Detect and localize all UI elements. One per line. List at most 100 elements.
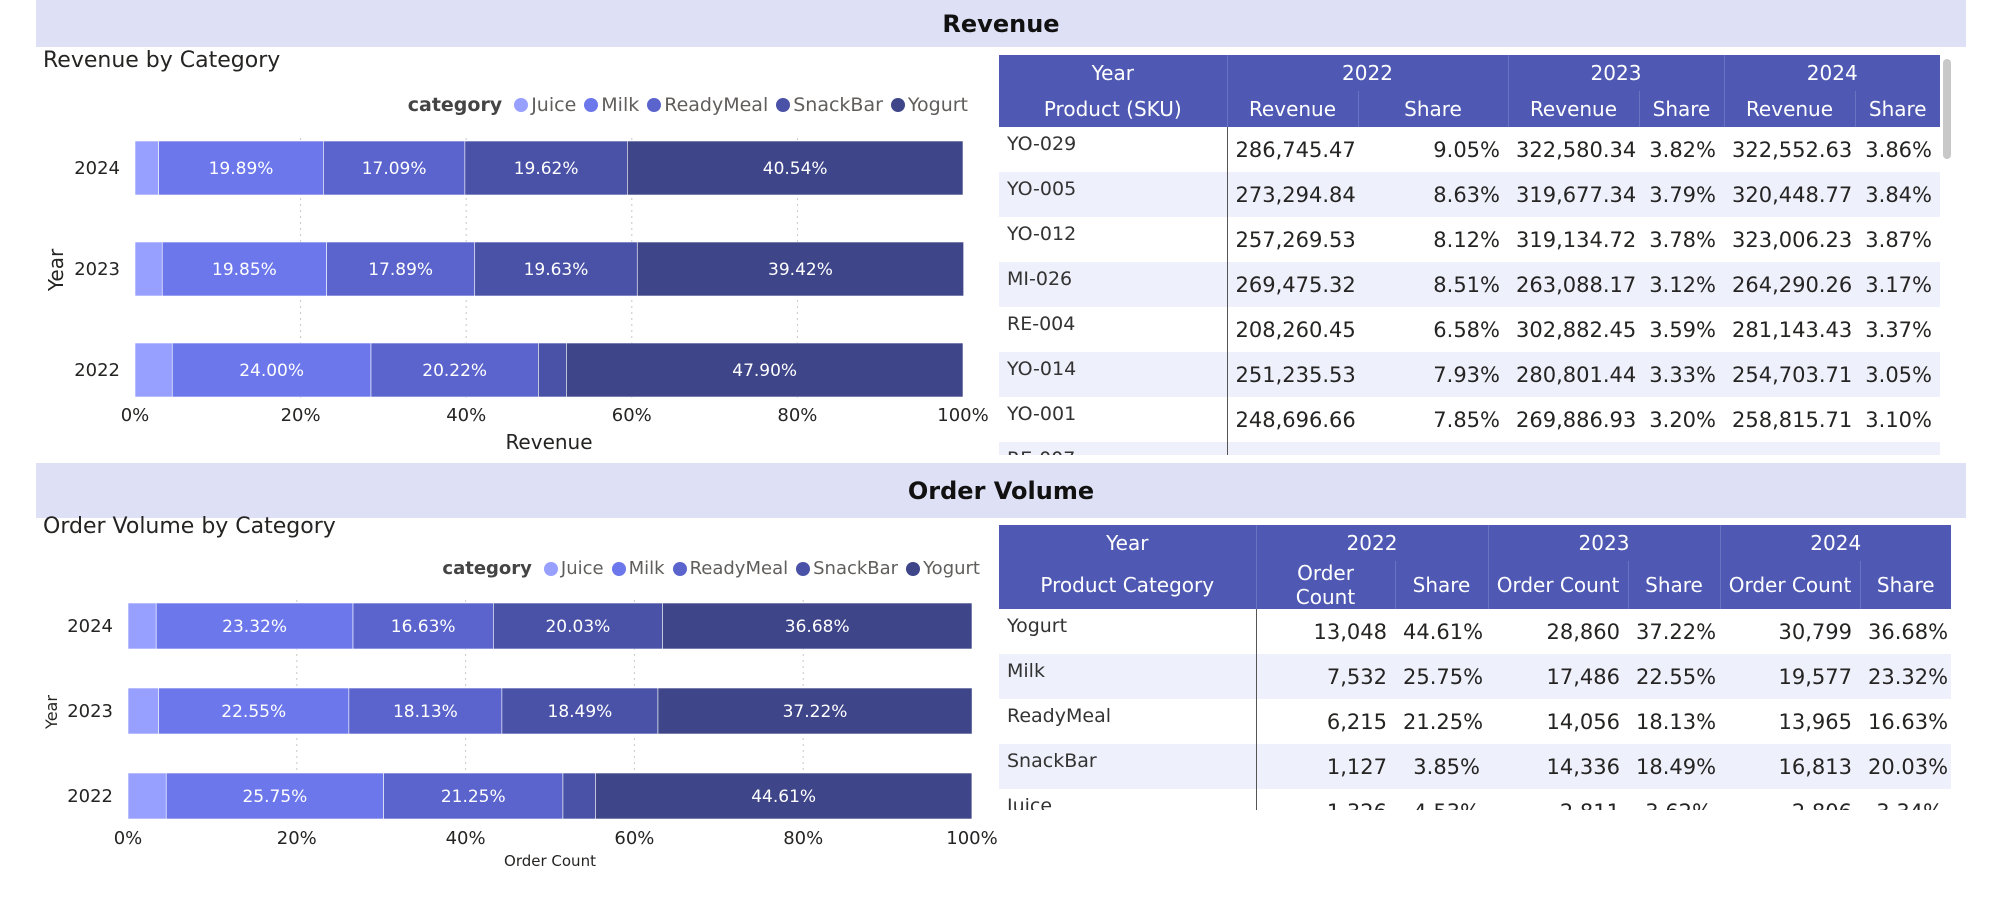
row-label[interactable]: Yogurt: [999, 609, 1257, 654]
table-row[interactable]: Juice1,3264.53%2,8113.62%2,8063.34%: [999, 789, 1951, 810]
table-cell: 8.12%: [1433, 227, 1500, 252]
table-cell: 273,294.84: [1227, 172, 1358, 217]
bar-juice-2024: [127, 602, 157, 650]
table-cell: 1,326: [1256, 789, 1395, 811]
table-cell: 302,882.45: [1516, 317, 1637, 342]
measure-header-order-count[interactable]: Order Count: [1255, 561, 1395, 609]
table-cell: 3.59%: [1649, 317, 1716, 342]
table-row[interactable]: YO-029 286,745.47 9.05% 322,580.34 3.82% 322,…: [999, 127, 1940, 172]
order-matrix[interactable]: Year 2022 2023 2024 Product Category Ord…: [999, 525, 1951, 810]
bar-juice-2023: [127, 687, 159, 735]
measure-header-share[interactable]: Share: [1859, 561, 1951, 609]
table-row[interactable]: YO-005 273,294.84 8.63% 319,677.34 3.79% 320,…: [999, 172, 1940, 217]
row-label[interactable]: YO-001: [999, 397, 1228, 442]
row-label[interactable]: RE-007: [999, 442, 1228, 455]
table-cell: 7.85%: [1433, 407, 1500, 432]
measure-header-revenue[interactable]: Revenue: [1723, 91, 1855, 127]
measure-header-order-count[interactable]: Order Count: [1719, 561, 1860, 609]
y-tick-label: 2024: [67, 616, 113, 637]
table-cell: 3.33%: [1639, 352, 1724, 397]
table-row[interactable]: RE-004 208,260.45 6.58% 302,882.45 3.59% 281,…: [999, 307, 1940, 352]
revenue-matrix[interactable]: Year 2022 2023 2024 Product (SKU) Revenu…: [999, 55, 1940, 455]
table-cell: 36.68%: [1868, 619, 1949, 644]
x-tick-label: 100%: [946, 828, 997, 849]
table-row[interactable]: Milk 7,532 25.75% 17,486 22.55% 19,577 23.32%: [999, 654, 1951, 699]
table-cell: 7.93%: [1358, 352, 1508, 397]
table-row[interactable]: YO-014 251,235.53 7.93% 280,801.44 3.33% 254,…: [999, 352, 1940, 397]
data-label: 21.25%: [441, 787, 506, 807]
table-cell: 3.34%: [1860, 789, 1951, 811]
row-label[interactable]: Milk: [999, 654, 1257, 699]
table-cell: 280,801.44: [1508, 352, 1639, 397]
table-row[interactable]: YO-012 257,269.53 8.12% 319,134.72 3.78% 323,…: [999, 217, 1940, 262]
table-cell: 194,922.27: [1227, 442, 1358, 455]
table-row[interactable]: YO-001 248,696.66 7.85% 269,886.93 3.20% 258,…: [999, 397, 1940, 442]
scroll-thumb[interactable]: [1943, 59, 1951, 159]
bar-juice-2022: [127, 772, 167, 820]
measure-header-share[interactable]: Share: [1627, 561, 1720, 609]
row-label[interactable]: YO-012: [999, 217, 1228, 262]
table-row[interactable]: SnackBar 1,127 3.85% 14,336 18.49% 16,813 20.0…: [999, 744, 1951, 789]
table-cell: 17,486: [1488, 654, 1628, 699]
table-row[interactable]: ReadyMeal 6,215 21.25% 14,056 18.13% 13,965 16…: [999, 699, 1951, 744]
table-cell: 6,215: [1326, 709, 1387, 734]
table-cell: 3.85%: [1395, 744, 1488, 789]
measure-header-share[interactable]: Share: [1638, 91, 1724, 127]
table-row[interactable]: MI-026 269,475.32 8.51% 263,088.17 3.12% 264,…: [999, 262, 1940, 307]
year-header-2023[interactable]: 2023: [1487, 525, 1720, 561]
table-cell: 14,336: [1488, 744, 1628, 789]
row-label[interactable]: YO-029: [999, 127, 1228, 172]
measure-header-revenue[interactable]: Revenue: [1226, 91, 1358, 127]
row-label[interactable]: ReadyMeal: [999, 699, 1257, 744]
table-cell: 28,860: [1546, 619, 1620, 644]
table-cell: 14,056: [1546, 709, 1620, 734]
year-header-2023[interactable]: 2023: [1507, 55, 1724, 91]
table-row[interactable]: RE-007194,922.276.15%289,553.623.43%286,…: [999, 442, 1940, 455]
table-cell: 3.78%: [1649, 227, 1716, 252]
table-cell: 263,088.17: [1508, 262, 1639, 307]
table-row[interactable]: Yogurt 13,048 44.61% 28,860 37.22% 30,799 36.6…: [999, 609, 1951, 654]
row-label[interactable]: Juice: [999, 789, 1257, 810]
table-cell: 8.63%: [1358, 172, 1508, 217]
table-cell: 13,048: [1313, 619, 1387, 644]
table-cell: 7,532: [1256, 654, 1395, 699]
table-cell: 37.22%: [1636, 619, 1717, 644]
table-cell: 18.49%: [1628, 744, 1720, 789]
table-cell: 16.63%: [1868, 709, 1949, 734]
year-header-2024[interactable]: 2024: [1719, 525, 1951, 561]
year-header-2022[interactable]: 2022: [1226, 55, 1508, 91]
table-cell: 3.37%: [1865, 317, 1932, 342]
row-label[interactable]: MI-026: [999, 262, 1228, 307]
y-axis-title: Year: [42, 695, 61, 730]
table-cell: 13,965: [1778, 709, 1852, 734]
order-bar-chart: 23.32% 16.63% 20.03% 36.68% 2024 22.55% 18.13%…: [42, 600, 998, 870]
data-label: 44.61%: [751, 787, 816, 807]
table-cell: 3.82%: [1649, 137, 1716, 162]
matrix-year-label: Year: [999, 525, 1256, 561]
row-header-label[interactable]: Product Category: [999, 561, 1256, 609]
row-header-label[interactable]: Product (SKU): [999, 91, 1227, 127]
table-cell: 269,475.32: [1227, 262, 1358, 307]
measure-header-share[interactable]: Share: [1854, 91, 1940, 127]
data-label: 37.22%: [783, 702, 848, 722]
data-label: 25.75%: [242, 787, 307, 807]
row-label[interactable]: RE-004: [999, 307, 1228, 352]
measure-header-share[interactable]: Share: [1357, 91, 1508, 127]
data-label: 18.49%: [548, 702, 613, 722]
table-cell: 3.44%: [1855, 442, 1940, 455]
row-label[interactable]: YO-005: [999, 172, 1228, 217]
measure-header-revenue[interactable]: Revenue: [1507, 91, 1639, 127]
table-cell: 20.03%: [1860, 744, 1951, 789]
measure-header-order-count[interactable]: Order Count: [1487, 561, 1628, 609]
year-header-2022[interactable]: 2022: [1255, 525, 1488, 561]
year-header-2024[interactable]: 2024: [1723, 55, 1940, 91]
table-cell: 19,577: [1720, 654, 1860, 699]
x-tick-label: 0%: [114, 828, 143, 849]
revenue-matrix-scrollbar[interactable]: [1941, 55, 1953, 455]
table-cell: 251,235.53: [1227, 352, 1358, 397]
x-axis-title: Order Count: [504, 852, 596, 870]
row-label[interactable]: SnackBar: [999, 744, 1257, 789]
x-tick-label: 60%: [614, 828, 654, 849]
row-label[interactable]: YO-014: [999, 352, 1228, 397]
measure-header-share[interactable]: Share: [1394, 561, 1488, 609]
